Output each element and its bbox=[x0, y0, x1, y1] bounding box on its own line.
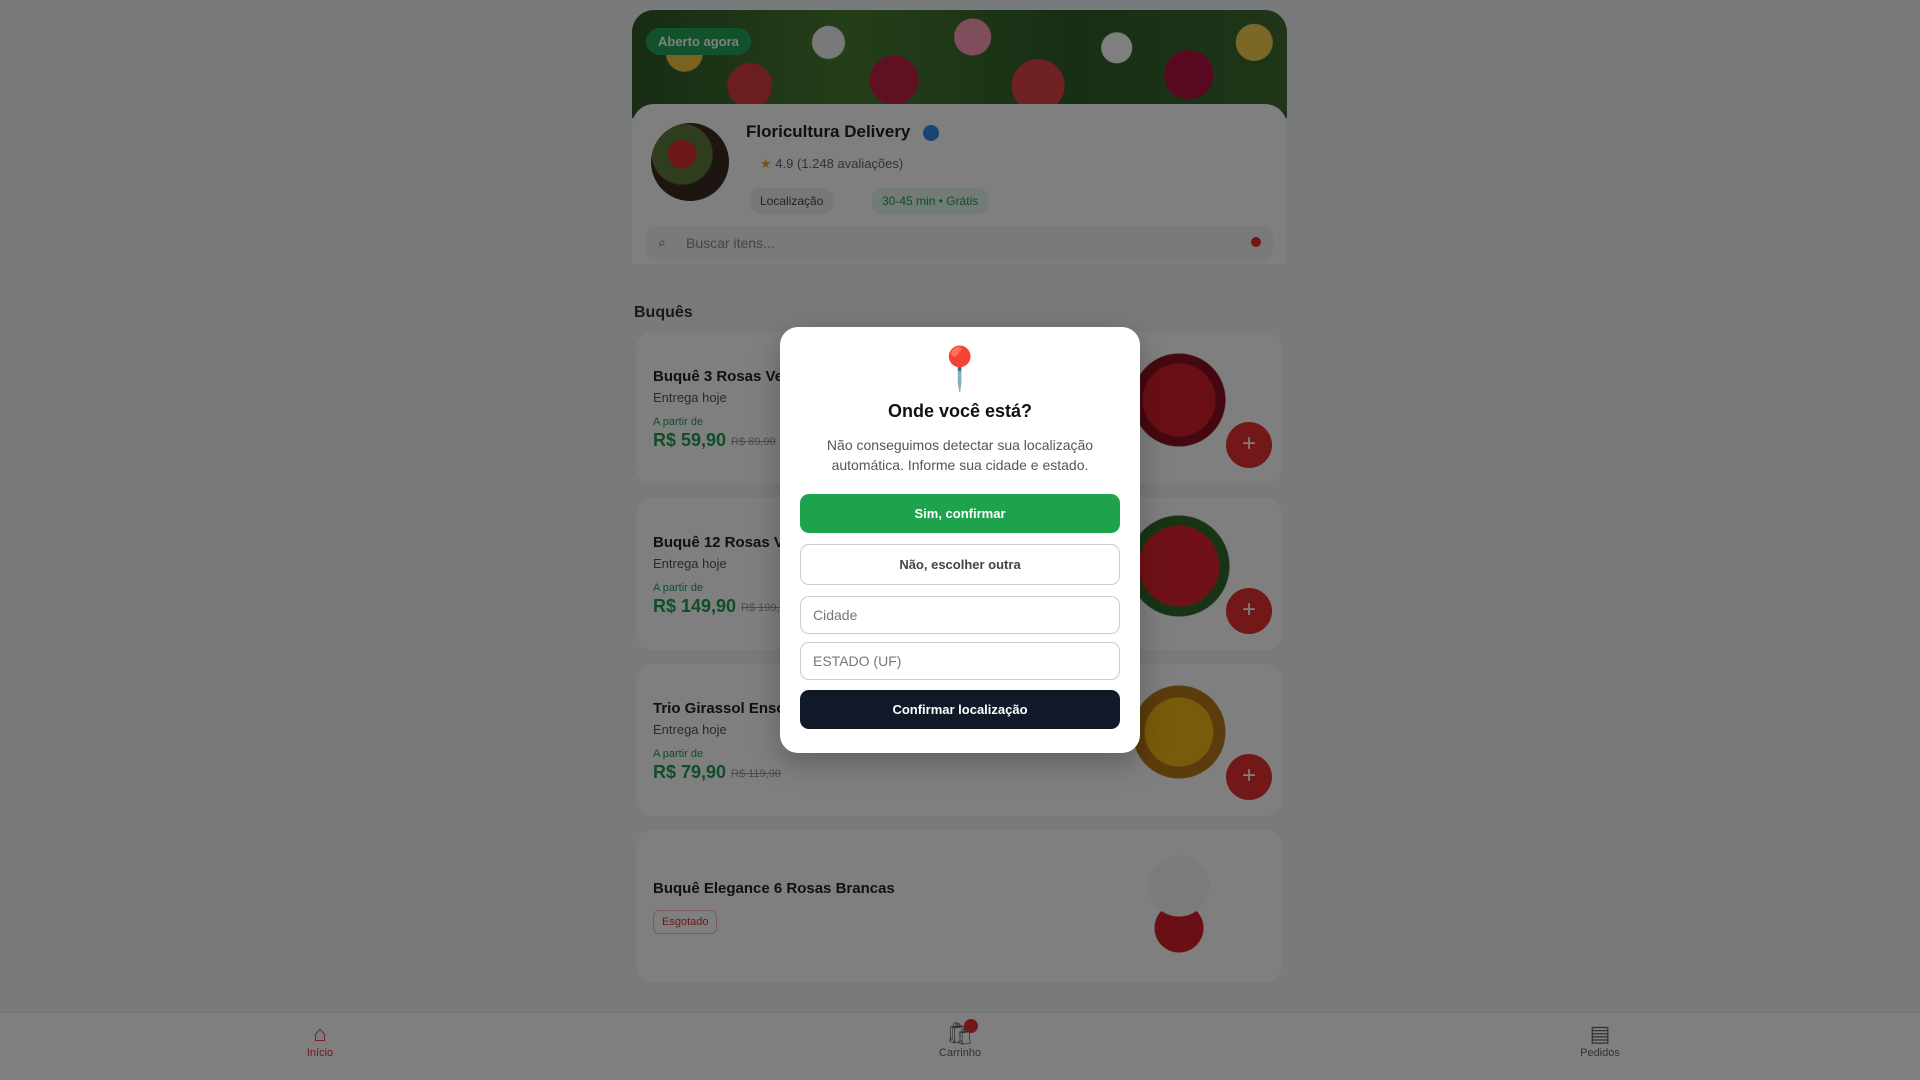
state-input[interactable] bbox=[800, 642, 1120, 680]
location-modal: 📍 Onde você está? Não conseguimos detect… bbox=[780, 327, 1140, 753]
confirm-location-button[interactable]: Confirmar localização bbox=[800, 690, 1120, 729]
modal-description: Não conseguimos detectar sua localização… bbox=[826, 437, 1094, 473]
modal-title: Onde você está? bbox=[887, 401, 1033, 421]
location-pin-icon: 📍 bbox=[933, 345, 987, 392]
city-input[interactable] bbox=[800, 596, 1120, 634]
confirm-yes-button[interactable]: Sim, confirmar bbox=[800, 494, 1120, 533]
choose-other-button[interactable]: Não, escolher outra bbox=[800, 544, 1120, 585]
